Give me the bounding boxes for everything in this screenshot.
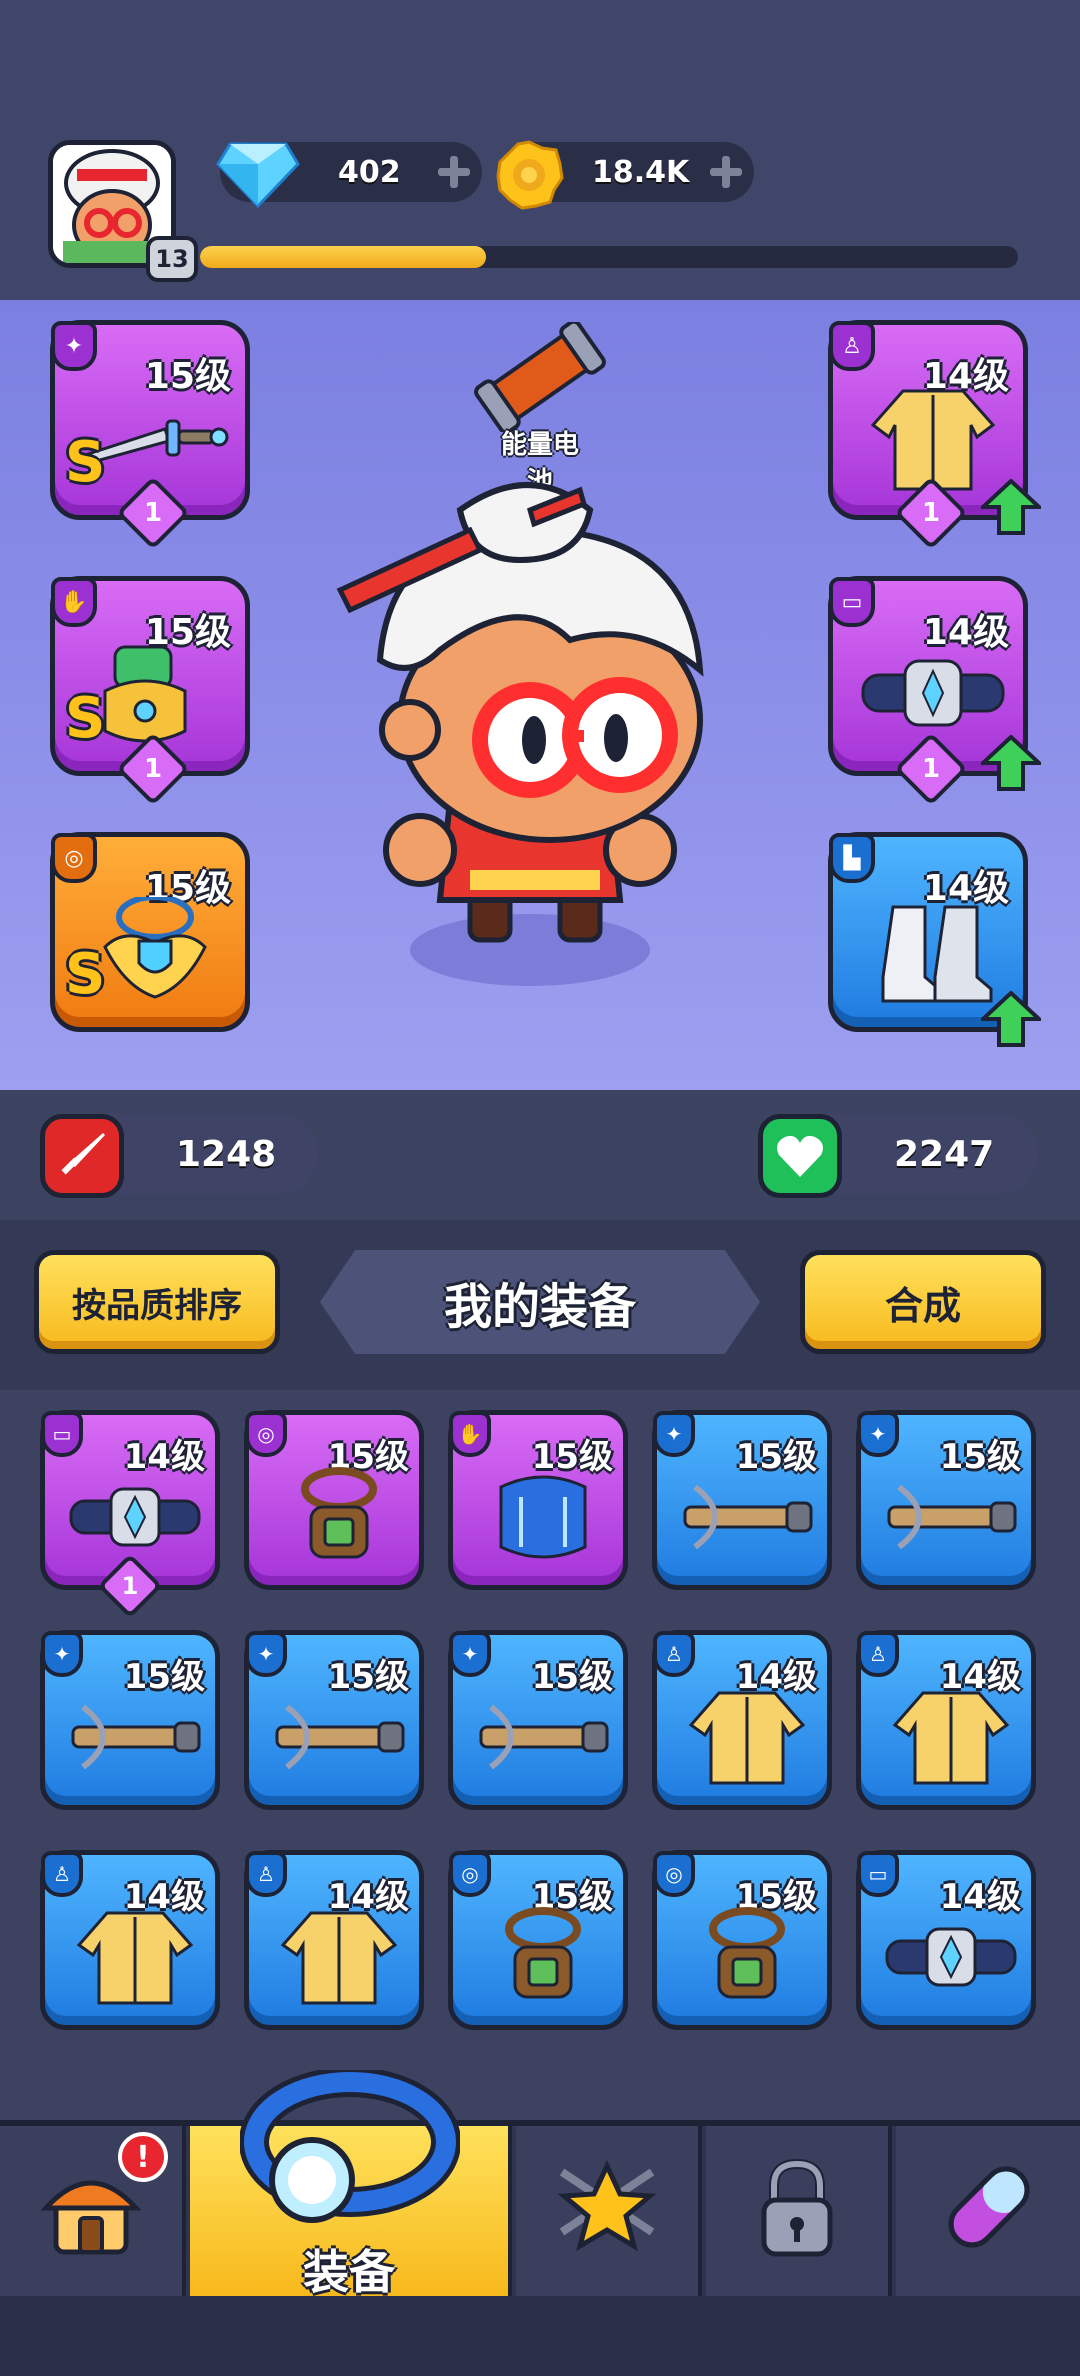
capsule-icon bbox=[948, 2166, 1030, 2248]
add-gems-button[interactable] bbox=[438, 156, 470, 188]
tab-shop[interactable] bbox=[896, 2126, 1080, 2296]
armor-type-icon: ♙ bbox=[857, 1631, 899, 1677]
inventory-item[interactable]: ◎ 15级 bbox=[448, 1850, 628, 2030]
sort-by-quality-button[interactable]: 按品质排序 bbox=[34, 1250, 280, 1354]
tab-talents[interactable] bbox=[516, 2126, 702, 2296]
star-swords-icon bbox=[557, 2160, 657, 2252]
lock-icon bbox=[761, 2158, 833, 2257]
attack-stat: 1248 bbox=[40, 1114, 318, 1198]
gold-coin-icon bbox=[496, 140, 564, 210]
inventory-item[interactable]: ✦ 15级 bbox=[856, 1410, 1036, 1590]
bottom-safe-area bbox=[0, 2296, 1080, 2376]
belt-icon bbox=[885, 1927, 1017, 1987]
weapon-icon bbox=[275, 1704, 405, 1770]
inventory-item[interactable]: ✦ 15级 bbox=[40, 1630, 220, 1810]
equipment-ring-icon bbox=[240, 2070, 460, 2223]
weapon-icon bbox=[71, 1704, 201, 1770]
gem-icon bbox=[216, 142, 300, 209]
inventory-item[interactable]: ▭ 14级 1 bbox=[40, 1410, 220, 1619]
weapon-slot[interactable]: ✦ 15级 S 1 bbox=[50, 320, 250, 550]
armor-type-icon: ♙ bbox=[829, 321, 875, 371]
energy-battery-icon[interactable] bbox=[470, 322, 610, 432]
inventory-item[interactable]: ♙ 14级 bbox=[244, 1850, 424, 2030]
tab-locked[interactable] bbox=[706, 2126, 892, 2296]
boots-type-icon: ▙ bbox=[829, 833, 875, 883]
sword-icon bbox=[40, 1114, 124, 1198]
inventory-item[interactable]: ✦ 15级 bbox=[244, 1630, 424, 1810]
gem-amount: 402 bbox=[338, 154, 401, 190]
inventory-item[interactable]: ▭ 14级 bbox=[856, 1850, 1036, 2030]
attack-value: 1248 bbox=[176, 1133, 277, 1175]
weapon-type-icon: ✦ bbox=[857, 1411, 899, 1457]
inventory-item[interactable]: ✦ 15级 bbox=[448, 1630, 628, 1810]
gloves-type-icon: ✋ bbox=[51, 577, 97, 627]
belt-slot[interactable]: ▭ 14级 1 bbox=[828, 576, 1041, 806]
necklace-icon bbox=[301, 1467, 377, 1559]
belt-type-icon: ▭ bbox=[829, 577, 875, 627]
necklace-type-icon: ◎ bbox=[245, 1411, 287, 1457]
health-value: 2247 bbox=[894, 1133, 995, 1175]
armor-icon bbox=[688, 1691, 806, 1785]
necklace-type-icon: ◎ bbox=[51, 833, 97, 883]
weapon-grade: S bbox=[65, 430, 106, 495]
upgrade-arrow-icon[interactable] bbox=[981, 991, 1041, 1047]
home-alert-badge: ! bbox=[118, 2132, 168, 2182]
armor-icon bbox=[76, 1911, 194, 2005]
tab-equipment-label: 装备 bbox=[303, 2245, 395, 2299]
necklace-slot[interactable]: ◎ 15级 S bbox=[50, 832, 250, 1032]
boots-slot[interactable]: ▙ 14级 bbox=[828, 832, 1041, 1047]
weapon-type-icon: ✦ bbox=[245, 1631, 287, 1677]
weapon-icon bbox=[683, 1484, 813, 1550]
gloves-grade: S bbox=[65, 686, 106, 751]
armor-type-icon: ♙ bbox=[653, 1631, 695, 1677]
gloves-slot[interactable]: ✋ 15级 S 1 bbox=[50, 576, 250, 806]
weapon-type-icon: ✦ bbox=[51, 321, 97, 371]
inventory-item[interactable]: ♙ 14级 bbox=[652, 1630, 832, 1810]
my-equipment-title: 我的装备 bbox=[320, 1250, 760, 1354]
upgrade-arrow-icon[interactable] bbox=[981, 479, 1041, 535]
inventory-item[interactable]: ✋ 15级 bbox=[448, 1410, 628, 1590]
weapon-icon bbox=[887, 1484, 1017, 1550]
armor-icon bbox=[280, 1911, 398, 2005]
merge-button[interactable]: 合成 bbox=[800, 1250, 1046, 1354]
belt-type-icon: ▭ bbox=[41, 1411, 83, 1457]
belt-icon bbox=[69, 1487, 201, 1547]
armor-type-icon: ♙ bbox=[41, 1851, 83, 1897]
weapon-type-icon: ✦ bbox=[653, 1411, 695, 1457]
necklace-icon bbox=[709, 1907, 785, 1999]
armor-slot[interactable]: ♙ 14级 1 bbox=[828, 320, 1041, 550]
hero-character[interactable] bbox=[320, 470, 740, 1010]
xp-progress-bar bbox=[200, 246, 1018, 268]
belt-type-icon: ▭ bbox=[857, 1851, 899, 1897]
health-stat: 2247 bbox=[758, 1114, 1038, 1198]
weapon-type-icon: ✦ bbox=[449, 1631, 491, 1677]
necklace-type-icon: ◎ bbox=[449, 1851, 491, 1897]
inventory-item[interactable]: ♙ 14级 bbox=[40, 1850, 220, 2030]
heart-icon bbox=[758, 1114, 842, 1198]
weapon-icon bbox=[479, 1704, 609, 1770]
armor-type-icon: ♙ bbox=[245, 1851, 287, 1897]
upgrade-arrow-icon[interactable] bbox=[981, 735, 1041, 791]
gloves-type-icon: ✋ bbox=[449, 1411, 491, 1457]
inventory-item[interactable]: ✦ 15级 bbox=[652, 1410, 832, 1590]
inventory-item[interactable]: ◎ 15级 bbox=[652, 1850, 832, 2030]
armor-icon bbox=[892, 1691, 1010, 1785]
necklace-icon bbox=[505, 1907, 581, 1999]
add-gold-button[interactable] bbox=[710, 156, 742, 188]
necklace-type-icon: ◎ bbox=[653, 1851, 695, 1897]
gold-amount: 18.4K bbox=[592, 154, 690, 190]
inventory-item[interactable]: ♙ 14级 bbox=[856, 1630, 1036, 1810]
necklace-grade: S bbox=[65, 942, 106, 1007]
weapon-type-icon: ✦ bbox=[41, 1631, 83, 1677]
inventory-item[interactable]: ◎ 15级 bbox=[244, 1410, 424, 1590]
gloves-icon bbox=[499, 1475, 587, 1559]
xp-progress-fill bbox=[200, 246, 487, 268]
player-level-badge: 13 bbox=[146, 236, 198, 282]
